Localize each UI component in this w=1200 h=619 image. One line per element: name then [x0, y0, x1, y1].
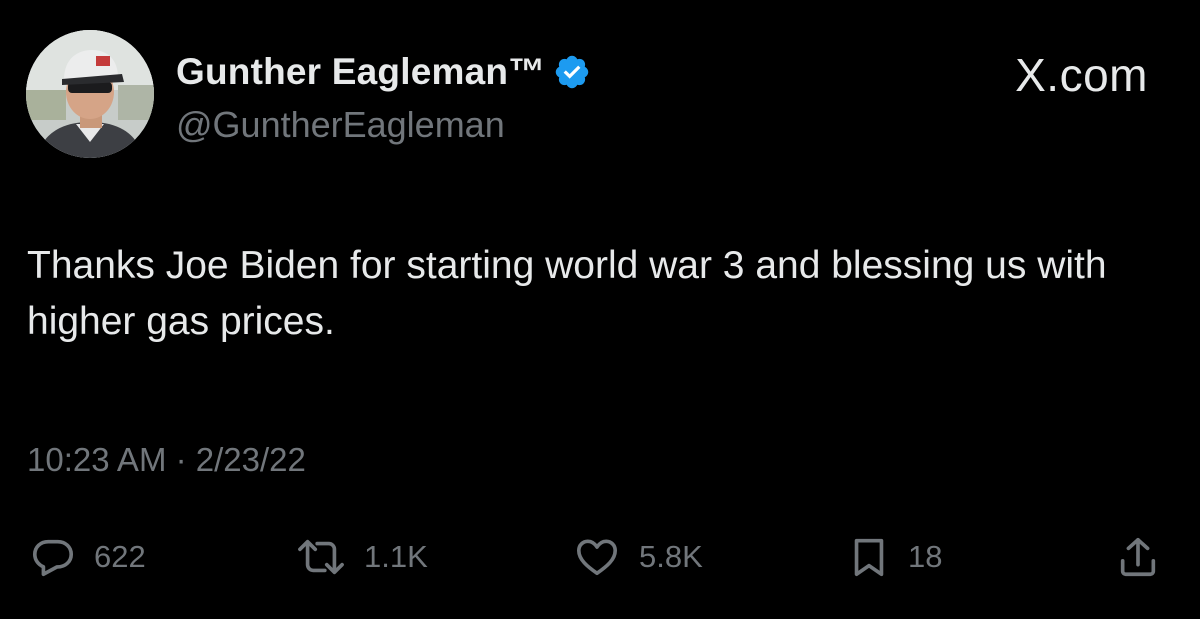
tweet-text: Thanks Joe Biden for starting world war …	[27, 244, 1107, 343]
bookmark-icon	[854, 538, 884, 577]
like-count: 5.8K	[639, 539, 703, 574]
source-label: X.com	[1015, 49, 1148, 101]
verified-badge-icon[interactable]	[553, 53, 591, 91]
tweet-card: Gunther Eagleman™ @GuntherEagleman X.com…	[0, 0, 1200, 619]
bookmark-count: 18	[908, 539, 943, 574]
speech-bubble-icon	[32, 539, 74, 577]
share-button[interactable]	[1115, 527, 1161, 587]
reply-count: 622	[94, 539, 146, 574]
share-upload-icon	[1120, 537, 1156, 577]
avatar[interactable]	[26, 30, 154, 158]
author-handle[interactable]: @GuntherEagleman	[176, 104, 505, 146]
repost-button[interactable]: 1.1K	[296, 527, 428, 587]
action-bar: 622 1.1K 5.8K 18	[0, 527, 1200, 587]
repost-arrows-icon	[298, 539, 344, 575]
heart-icon	[576, 539, 618, 576]
avatar-photo	[26, 30, 154, 158]
repost-count: 1.1K	[364, 539, 428, 574]
author-display-name[interactable]: Gunther Eagleman™	[176, 51, 545, 93]
bookmark-button[interactable]: 18	[848, 527, 942, 587]
reply-button[interactable]: 622	[30, 527, 146, 587]
author-name-row: Gunther Eagleman™	[176, 48, 591, 96]
like-button[interactable]: 5.8K	[573, 527, 703, 587]
tweet-timestamp[interactable]: 10:23 AM · 2/23/22	[27, 441, 306, 479]
